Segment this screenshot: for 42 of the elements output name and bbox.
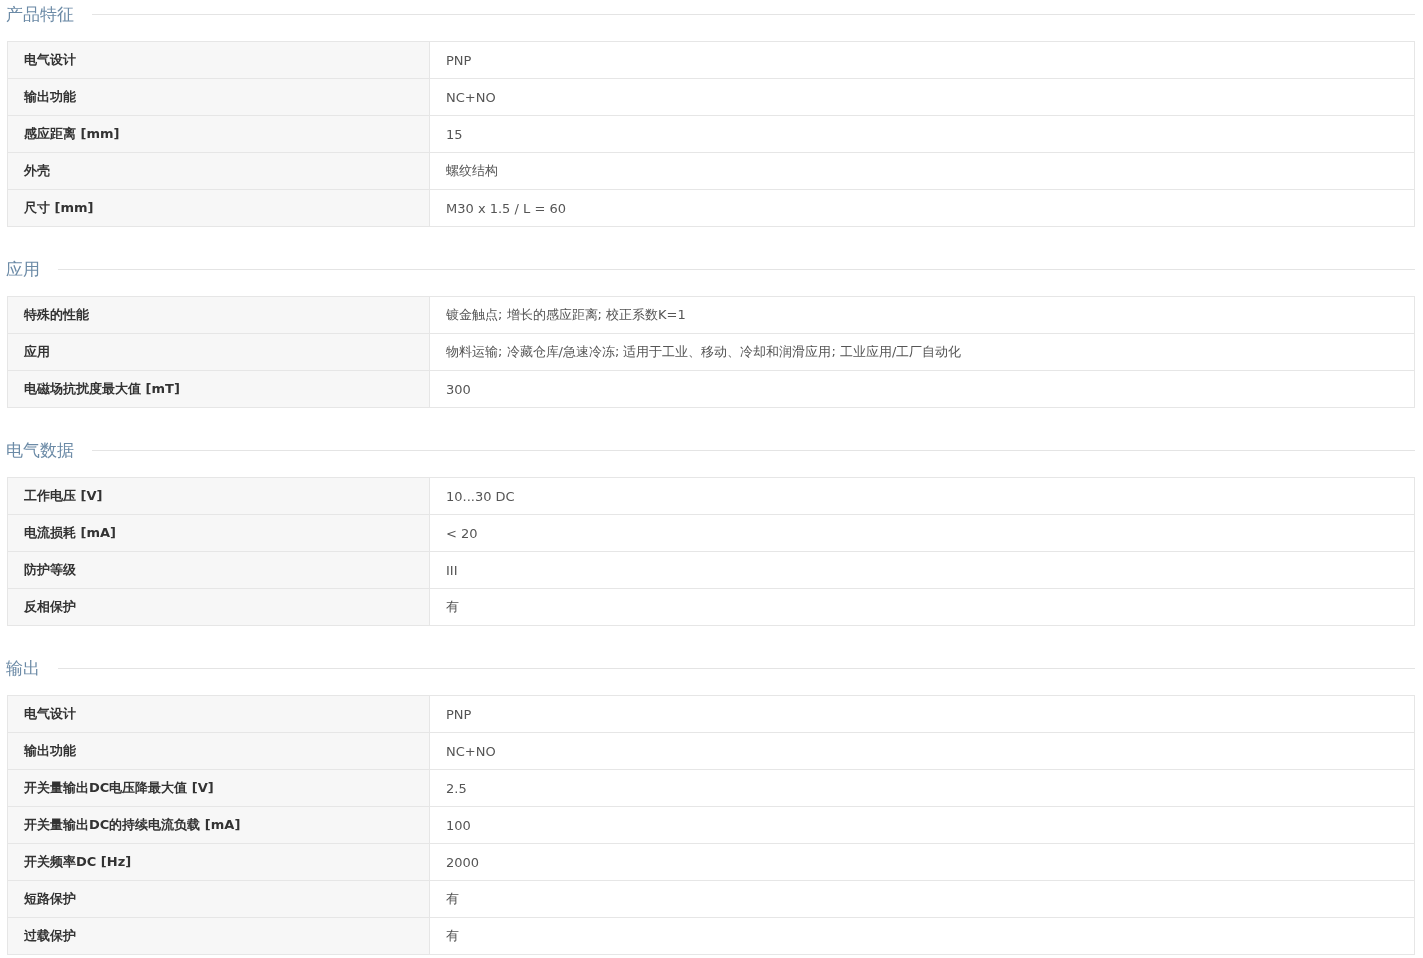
spec-value-cell-text: NC+NO [445, 742, 497, 761]
spec-label-cell: 防护等级 [8, 552, 430, 588]
spec-value-cell-text: 有 [445, 598, 460, 616]
spec-label-cell: 应用 [8, 334, 430, 370]
spec-label-cell: 反相保护 [8, 589, 430, 625]
spec-label-cell: 工作电压 [V] [8, 478, 430, 514]
spec-label-cell: 开关频率DC [Hz] [8, 844, 430, 880]
spec-value-cell-text: 镀金触点; 增长的感应距离; 校正系数K=1 [445, 306, 687, 324]
spec-value-cell-text: 物料运输; 冷藏仓库/急速冷冻; 适用于工业、移动、冷却和润滑应用; 工业应用/工厂自动化 [445, 343, 963, 361]
spec-value-cell-text: 2.5 [445, 779, 468, 798]
spec-value-cell-text: 300 [445, 380, 472, 399]
section-heading: 产品特征 [6, 2, 74, 26]
section-heading: 电气数据 [6, 438, 74, 462]
spec-label-cell: 外壳 [8, 153, 430, 189]
spec-value-cell-text: M30 x 1.5 / L = 60 [445, 199, 567, 218]
spec-value-cell-text: 10...30 DC [445, 487, 516, 506]
spec-label-cell: 短路保护 [8, 881, 430, 917]
spec-value-cell-text: PNP [445, 705, 473, 724]
spec-value-cell-text: 2000 [445, 853, 481, 872]
spec-label-cell: 尺寸 [mm] [8, 190, 430, 226]
spec-value-cell-text: III [445, 561, 459, 580]
spec-label-cell: 特殊的性能 [8, 297, 430, 333]
spec-value-cell-text: NC+NO [445, 88, 497, 107]
spec-label-cell: 开关量输出DC的持续电流负载 [mA] [8, 807, 430, 843]
spec-value-cell-text: < 20 [445, 524, 479, 543]
spec-label-cell: 电气设计 [8, 696, 430, 732]
spec-value-cell-text: 有 [445, 927, 460, 945]
spec-value-cell-text: 有 [445, 890, 460, 908]
spec-value-cell-text: 螺纹结构 [445, 162, 499, 180]
section-heading: 输出 [6, 656, 40, 680]
spec-label-cell: 电流损耗 [mA] [8, 515, 430, 551]
spec-value-cell-text: PNP [445, 51, 473, 70]
spec-value-cell-text: 15 [445, 125, 464, 144]
spec-label-cell: 感应距离 [mm] [8, 116, 430, 152]
spec-label-cell: 输出功能 [8, 733, 430, 769]
spec-label-cell: 输出功能 [8, 79, 430, 115]
spec-label-cell: 电磁场抗扰度最大值 [mT] [8, 371, 430, 407]
spec-value-cell-text: 100 [445, 816, 472, 835]
spec-label-cell: 电气设计 [8, 42, 430, 78]
spec-label-cell: 过载保护 [8, 918, 430, 954]
section-heading: 应用 [6, 257, 40, 281]
spec-label-cell: 开关量输出DC电压降最大值 [V] [8, 770, 430, 806]
